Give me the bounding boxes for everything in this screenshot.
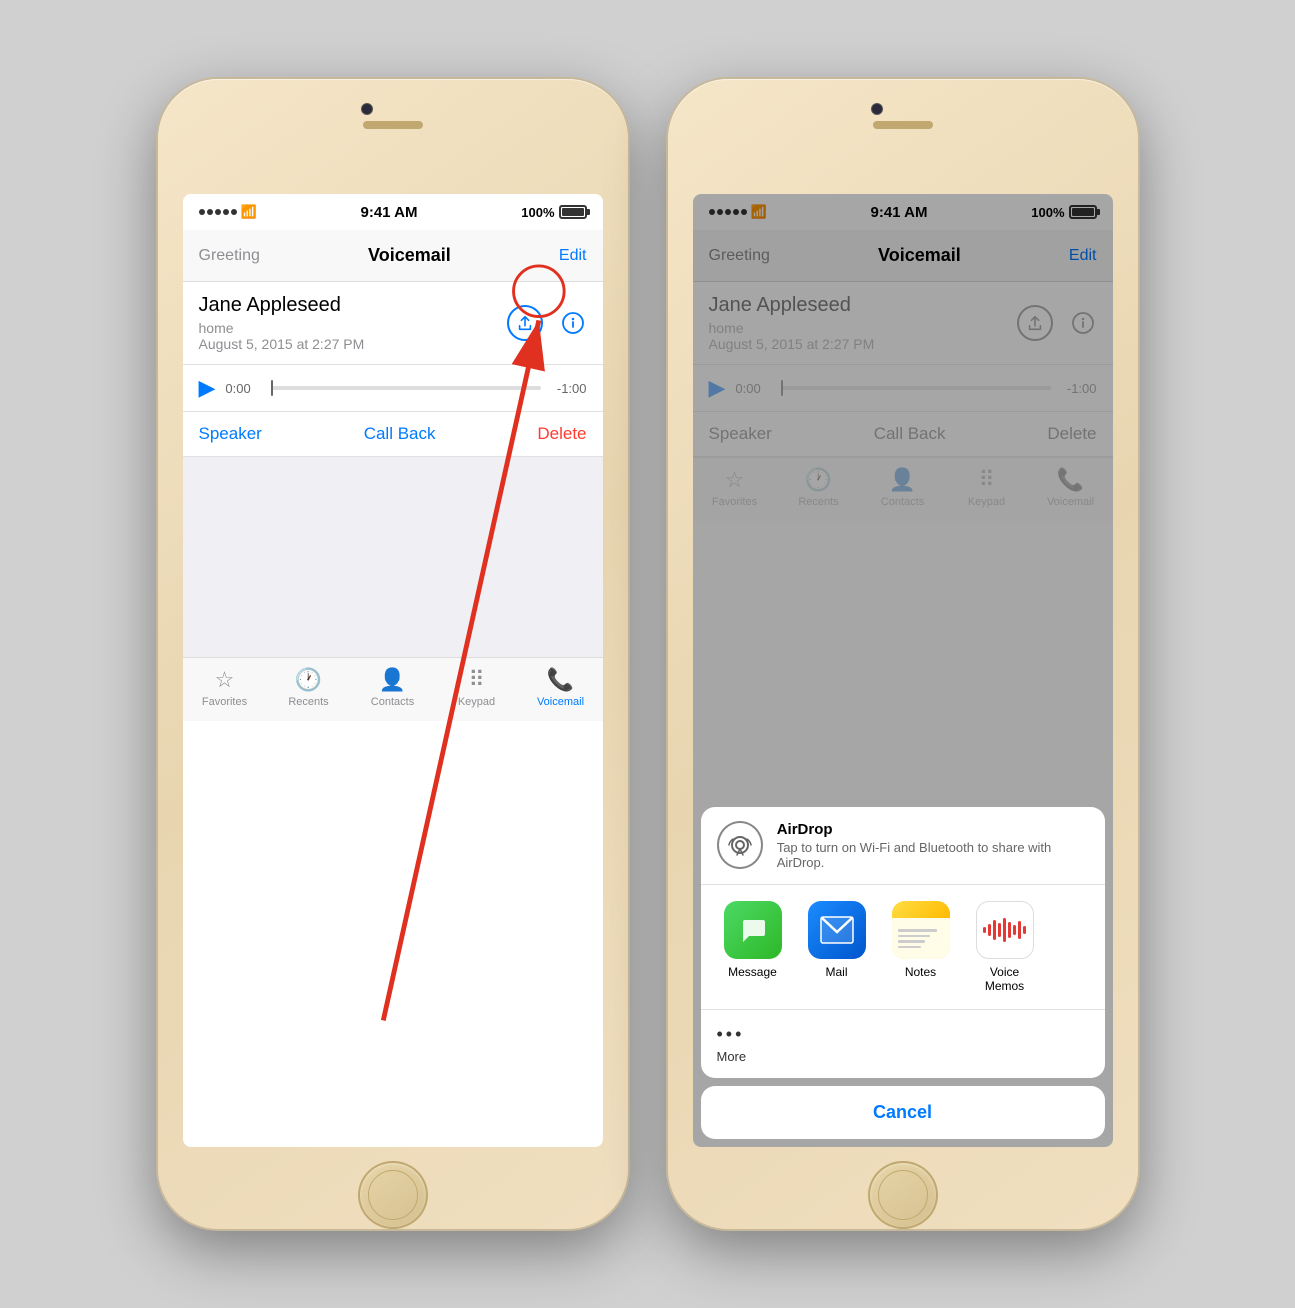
tab-contacts-1[interactable]: 👤 Contacts <box>351 667 435 708</box>
tab-voicemail-1[interactable]: 📞 Voicemail <box>519 667 603 708</box>
tab-bar-1: ☆ Favorites 🕐 Recents 👤 Contacts ⠿ Keypa… <box>183 657 603 721</box>
tab-contacts-label: Contacts <box>371 696 414 708</box>
airdrop-svg <box>724 829 756 861</box>
battery-percent: 100% <box>521 205 554 220</box>
info-button-1[interactable] <box>559 309 587 337</box>
airdrop-icon <box>717 821 763 869</box>
share-icon <box>516 314 534 332</box>
tab-recents-label: Recents <box>288 696 328 708</box>
play-button-1[interactable]: ▶ <box>199 375 216 401</box>
more-row[interactable]: ••• More <box>701 1009 1105 1078</box>
share-apps-row: Message Mail <box>701 885 1105 1009</box>
edit-button-1[interactable]: Edit <box>559 247 587 265</box>
app-item-notes[interactable]: Notes <box>885 901 957 993</box>
more-dots-icon: ••• <box>717 1024 745 1045</box>
share-card: AirDrop Tap to turn on Wi-Fi and Bluetoo… <box>701 807 1105 1078</box>
tab-recents-1[interactable]: 🕐 Recents <box>267 667 351 708</box>
speaker-button-1[interactable]: Speaker <box>199 424 262 444</box>
contacts-icon: 👤 <box>379 667 406 693</box>
nav-title-1: Voicemail <box>368 245 451 266</box>
camera <box>361 103 373 115</box>
voicemail-icon: 📞 <box>547 667 574 693</box>
battery-icon <box>559 205 587 219</box>
time-end-1: -1:00 <box>551 381 587 396</box>
cancel-button[interactable]: Cancel <box>701 1086 1105 1139</box>
airdrop-title: AirDrop <box>777 821 1089 838</box>
home-button-inner-2 <box>878 1170 928 1220</box>
waveform <box>983 916 1026 944</box>
time-start-1: 0:00 <box>225 381 261 396</box>
status-left: 📶 <box>199 204 257 220</box>
progress-bar-1[interactable] <box>271 386 540 390</box>
info-icon <box>561 311 585 335</box>
voicememos-app-icon <box>976 901 1034 959</box>
mail-app-icon <box>808 901 866 959</box>
messages-label: Message <box>728 965 777 979</box>
phone-2: 📶 9:41 AM 100% Greeting Voicemail Edit J… <box>668 79 1138 1229</box>
app-item-voicememos[interactable]: Voice Memos <box>969 901 1041 993</box>
tab-keypad-1[interactable]: ⠿ Keypad <box>435 667 519 708</box>
tab-keypad-label: Keypad <box>458 696 495 708</box>
app-item-mail[interactable]: Mail <box>801 901 873 993</box>
home-button-inner <box>368 1170 418 1220</box>
share-sheet: AirDrop Tap to turn on Wi-Fi and Bluetoo… <box>693 807 1113 1147</box>
app-item-messages[interactable]: Message <box>717 901 789 993</box>
airdrop-row[interactable]: AirDrop Tap to turn on Wi-Fi and Bluetoo… <box>701 807 1105 885</box>
buttons-row-1: Speaker Call Back Delete <box>183 412 603 457</box>
phone-screen-2: 📶 9:41 AM 100% Greeting Voicemail Edit J… <box>693 194 1113 1147</box>
callback-button-1[interactable]: Call Back <box>364 424 436 444</box>
mail-label: Mail <box>825 965 847 979</box>
notes-label: Notes <box>905 965 936 979</box>
battery-fill <box>562 208 584 216</box>
audio-row-1: ▶ 0:00 -1:00 <box>183 365 603 412</box>
tab-favorites-1[interactable]: ☆ Favorites <box>183 667 267 708</box>
tab-favorites-label: Favorites <box>202 696 247 708</box>
mail-svg <box>820 916 854 944</box>
signal-dots <box>199 209 237 215</box>
share-sheet-overlay: AirDrop Tap to turn on Wi-Fi and Bluetoo… <box>693 194 1113 1147</box>
more-label: More <box>717 1049 747 1064</box>
messages-svg <box>737 914 769 946</box>
phone-1: 📶 9:41 AM 100% Greeting Voicemail Edit J… <box>158 79 628 1229</box>
voicemail-actions-1 <box>507 305 587 341</box>
notes-app-icon <box>892 901 950 959</box>
voicememos-label: Voice Memos <box>969 965 1041 993</box>
airdrop-text: AirDrop Tap to turn on Wi-Fi and Bluetoo… <box>777 821 1089 870</box>
airdrop-desc: Tap to turn on Wi-Fi and Bluetooth to sh… <box>777 840 1089 870</box>
delete-button-1[interactable]: Delete <box>537 424 586 444</box>
tab-voicemail-label: Voicemail <box>537 696 584 708</box>
recents-icon: 🕐 <box>295 667 322 693</box>
wifi-icon: 📶 <box>241 204 257 220</box>
messages-app-icon <box>724 901 782 959</box>
home-button-2[interactable] <box>868 1161 938 1229</box>
content-area-1 <box>183 457 603 657</box>
keypad-icon: ⠿ <box>468 667 484 693</box>
camera-2 <box>871 103 883 115</box>
speaker-grille <box>363 121 423 129</box>
status-time: 9:41 AM <box>360 204 417 221</box>
phone-screen-1: 📶 9:41 AM 100% Greeting Voicemail Edit J… <box>183 194 603 1147</box>
nav-bar-1: Greeting Voicemail Edit <box>183 230 603 282</box>
speaker-grille-2 <box>873 121 933 129</box>
share-button-1[interactable] <box>507 305 543 341</box>
status-right: 100% <box>521 205 586 220</box>
home-button-1[interactable] <box>358 1161 428 1229</box>
greeting-button[interactable]: Greeting <box>199 247 260 265</box>
status-bar-1: 📶 9:41 AM 100% <box>183 194 603 230</box>
voicemail-item-1[interactable]: Jane Appleseed home August 5, 2015 at 2:… <box>183 282 603 365</box>
star-icon: ☆ <box>215 667 235 693</box>
